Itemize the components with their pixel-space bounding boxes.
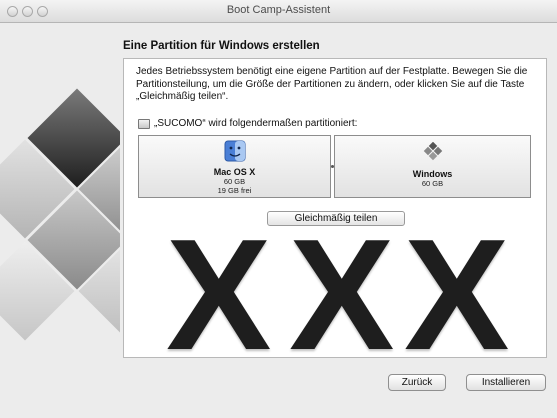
windows-partition[interactable]: Windows 60 GB: [334, 135, 531, 198]
disk-label-text: „SUCOMO“ wird folgendermaßen partitionie…: [154, 118, 358, 129]
disk-label: „SUCOMO“ wird folgendermaßen partitionie…: [138, 118, 357, 129]
install-button[interactable]: Installieren: [466, 374, 546, 391]
page-title: Eine Partition für Windows erstellen: [123, 40, 320, 52]
x-letter: X: [289, 207, 395, 383]
windows-logo-icon: [423, 141, 442, 161]
boot-camp-x-graphic: X X X: [124, 207, 548, 383]
finder-icon: [224, 140, 245, 162]
hard-disk-icon: [138, 118, 150, 129]
boot-camp-decoration: [0, 23, 120, 418]
mac-partition-free: 19 GB frei: [217, 186, 252, 195]
windows-partition-size: 60 GB: [421, 179, 444, 188]
title-bar: Boot Camp-Assistent: [0, 0, 557, 23]
back-button[interactable]: Zurück: [388, 374, 446, 391]
mac-partition[interactable]: Mac OS X 60 GB 19 GB frei: [138, 135, 331, 198]
windows-partition-name: Windows: [412, 169, 453, 179]
x-letter: X: [166, 207, 272, 383]
description-text: Jedes Betriebssystem benötigt eine eigen…: [136, 66, 528, 102]
boot-camp-window: Boot Camp-Assistent Eine Partition für W…: [0, 0, 557, 418]
window-title: Boot Camp-Assistent: [226, 4, 331, 16]
mac-partition-size: 60 GB: [223, 177, 246, 186]
mac-partition-name: Mac OS X: [213, 167, 256, 177]
content-panel: Jedes Betriebssystem benötigt eine eigen…: [123, 58, 548, 383]
x-letter: X: [404, 207, 510, 383]
